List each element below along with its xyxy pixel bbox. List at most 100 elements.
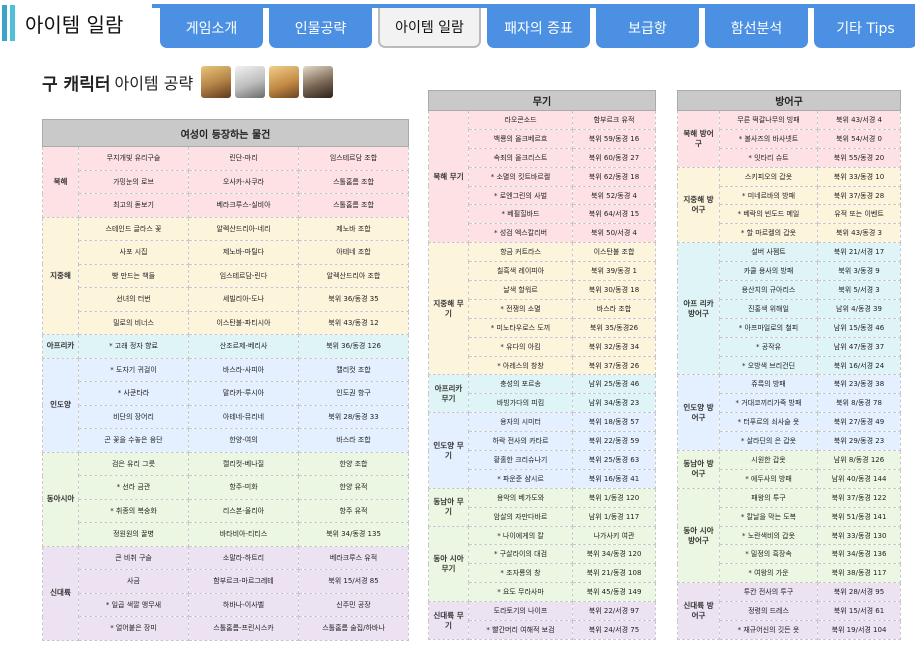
category-cell: 인도양 무기: [428, 412, 469, 489]
table-row: 북해 무지개빛 유리구슬 린단-마리 임스테르담 조합: [42, 146, 409, 218]
table-cell: 무지개빛 유리구슬: [78, 146, 189, 171]
table-cell: * 취종의 복숭화: [78, 498, 189, 523]
table-cell: 북위 29/동경 23: [817, 431, 901, 452]
table-cell: 스톨홈름 조합: [298, 193, 409, 218]
tab-5[interactable]: 보급항: [596, 8, 699, 48]
table-cell: * 잇타리 슈트: [719, 147, 818, 168]
table-cell: 항주-미화: [188, 475, 299, 500]
table-row: * 일곱 색깔 앵무새 하바나-이사벨 신주민 공장: [43, 592, 409, 617]
table-cell: 북위 45/동경 149: [572, 582, 656, 603]
nav-tabs: 게임소개 인물공략 아이템 일람 패자의 증표 보급항 함선분석 기타 Tips: [160, 8, 915, 48]
table-cell: * 일곱 색깔 앵무새: [78, 592, 189, 617]
table-cell: 캘리컷-베나질: [188, 451, 299, 476]
table-cell: 아테네 조합: [298, 240, 409, 265]
table-row: 동남아 방어구 시원한 갑옷 남위 8/동경 126: [677, 450, 901, 489]
table-cell: * 오방색 브리건딘: [719, 355, 818, 376]
table-cell: 북위 24/서경 75: [572, 620, 656, 640]
weapons-table: 무기 북해 무기 라오콘소드 함부르크 유적 백룡의 올크베르흐 북위 59/동경 16…: [428, 90, 656, 640]
table-cell: 항금 커트라스: [468, 242, 573, 263]
table-row: 사금 함부르크-마르그레테 북위 15/서경 85: [43, 569, 409, 594]
table-cell: 스톨홈름 술집/하바나: [298, 616, 409, 641]
table-row: 빵 만드는 책들 임스테르담-린다 알렉산드리아 조합: [43, 263, 409, 288]
table-cell: * 고래 정자 향료: [78, 334, 189, 359]
table-row: 비단의 장어리 아테네-뮤리네 북위 28/동경 33: [43, 404, 409, 429]
table-cell: 유적 또는 이벤트: [817, 204, 901, 225]
table-cell: 남위 25/동경 46: [572, 374, 656, 395]
title-accent-bar: [2, 5, 7, 41]
table-cell: 곤 꽃을 수놓은 융단: [78, 428, 189, 453]
table-cell: 북위 52/동경 4: [572, 185, 656, 206]
table-cell: 북위 33/동경 130: [817, 525, 901, 546]
tab-3[interactable]: 아이템 일람: [378, 8, 481, 48]
table-cell: * 성검 엑스칼리버: [468, 223, 573, 244]
table-row: 북해 무기 라오콘소드 함부르크 유적: [428, 109, 656, 244]
table-row: 곤 꽃을 수놓은 융단 한양-여의 바스라 조합: [43, 428, 409, 453]
table-cell: 리스본-올리아: [188, 498, 299, 523]
table-cell: 큰 비취 구슬: [78, 545, 189, 570]
table-cell: 말라카-루시아: [188, 381, 299, 406]
table-cell: 나가사키 여관: [572, 525, 656, 546]
table-cell: 쥬륵의 방패: [719, 374, 818, 395]
table-cell: * 재규어신의 깃든 옷: [719, 620, 818, 640]
table-row: 인도양 방어구 쥬륵의 방패 북위 23/동경 38: [677, 374, 901, 452]
table-row: 지중해 무기 항금 커트라스 이스탄불 조합: [428, 242, 656, 376]
table-cell: 북위 3/동경 9: [817, 261, 901, 282]
table-cell: 북위 59/동경 16: [572, 128, 656, 149]
table-cell: 바스라 조합: [298, 428, 409, 453]
table-cell: 칠흑색 레이피아: [468, 261, 573, 282]
character-portrait: [235, 66, 266, 98]
table-cell: 북위 21/서경 17: [817, 242, 901, 263]
table-cell: 사금: [78, 569, 189, 594]
table-cell: 북위 35/동경26: [572, 317, 656, 338]
table-cell: 베라크루스 유적: [298, 545, 409, 570]
table-row: 가밍눈의 로브 오사카-사쿠라 스톨홈름 조합: [43, 169, 409, 194]
tab-6[interactable]: 함선분석: [705, 8, 808, 48]
table-cell: 한양 유적: [298, 475, 409, 500]
table-cell: * 전쟁의 소멸: [468, 298, 573, 319]
table-cell: * 구살라이의 대검: [468, 544, 573, 565]
table-cell: 북위 54/서경 0: [817, 128, 901, 149]
category-cell: 동남아 방어구: [677, 450, 720, 489]
table-cell: 북위 37/동경 28: [817, 185, 901, 206]
tab-2[interactable]: 인물공략: [269, 8, 372, 48]
table-cell: * 베필힐바드: [468, 204, 573, 225]
table-cell: 아테네-뮤리네: [188, 404, 299, 429]
tab-4[interactable]: 패자의 증표: [487, 8, 590, 48]
table-row: 신대륙 방어구 투칸 전사의 투구 북위 28/서경 95: [677, 582, 901, 640]
table-cell: 알렉산드리아 조합: [298, 263, 409, 288]
table-cell: 남위 34/동경 23: [572, 393, 656, 414]
table-cell: 바스라-사피아: [188, 357, 299, 382]
table-cell: 북위 19/서경 104: [817, 620, 901, 640]
table-cell: 북위 38/동경 117: [817, 563, 901, 584]
table-row: 신대륙 큰 비취 구슬 소말라-하트리 베라크루스 유적: [42, 545, 409, 641]
table-cell: 항주 유적: [298, 498, 409, 523]
table-cell: * 거대코끼리가죽 방패: [719, 393, 818, 414]
table-cell: 하바나-이사벨: [188, 592, 299, 617]
table-cell: 오사카-사쿠라: [188, 169, 299, 194]
table-cell: 이스탄불-파티시아: [188, 310, 299, 335]
table-cell: 산조르제-베리사: [188, 334, 299, 359]
table-cell: 검은 유리 그릇: [78, 451, 189, 476]
table-cell: 제노바 조합: [298, 216, 409, 241]
table-cell: 북위 28/동경 33: [298, 404, 409, 429]
table-cell: 신주민 공장: [298, 592, 409, 617]
table-row: 신대륙 무기 도라토기의 나이프 북위 22/서경 97: [428, 601, 656, 640]
table-cell: 소말라-하트리: [188, 545, 299, 570]
table-cell: 북위 34/동경 120: [572, 544, 656, 565]
category-cell: 지중해 방어구: [677, 166, 720, 244]
table-cell: 북위 28/서경 95: [817, 582, 901, 603]
table-cell: 북위 51/동경 141: [817, 506, 901, 527]
tab-7[interactable]: 기타 Tips: [814, 8, 915, 48]
tab-1[interactable]: 게임소개: [160, 8, 263, 48]
table-cell: 함부르크-마르그레테: [188, 569, 299, 594]
table-cell: 가밍눈의 로브: [78, 169, 189, 194]
table-cell: * 볼사즈의 바사넷트: [719, 128, 818, 149]
table-cell: * 소멸의 킷트바르켈: [468, 166, 573, 187]
table-cell: * 공작유: [719, 336, 818, 357]
table-cell: 인도권 항구: [298, 381, 409, 406]
section-heading-bold: 구 캐릭터: [42, 74, 111, 95]
character-portrait: [201, 66, 232, 98]
table-cell: 북위 16/동경 41: [572, 468, 656, 489]
table-cell: 도라토기의 나이프: [468, 601, 573, 622]
table-row: 동아 시아 방어구 패왕의 투구 북위 37/동경 122: [677, 487, 901, 584]
